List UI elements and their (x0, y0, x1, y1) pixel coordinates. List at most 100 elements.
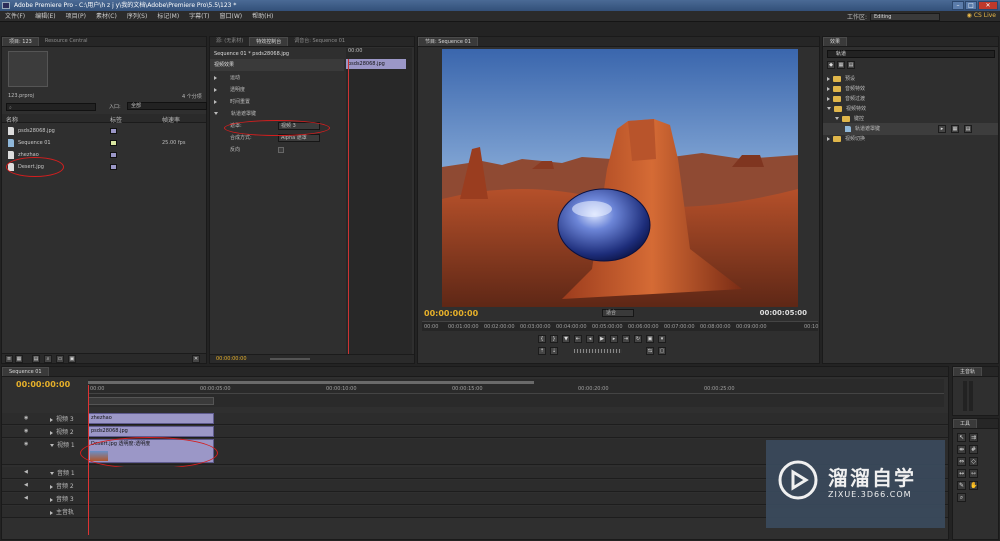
col-label[interactable]: 标签 (110, 115, 122, 124)
zoom-tool-icon[interactable]: ⌕ (957, 493, 966, 502)
effects-search-input[interactable]: 轨道 (827, 50, 995, 58)
tab-tools[interactable]: 工具 (953, 419, 978, 428)
export-frame-icon[interactable]: ▢ (658, 347, 666, 355)
effect-row-opacity[interactable]: 透明度 (210, 84, 344, 96)
eye-icon[interactable]: ◉ (24, 428, 28, 434)
tab-effect-controls[interactable]: 特效控制台 (249, 37, 289, 46)
extract-icon[interactable]: ⇣ (550, 347, 558, 355)
output-icon[interactable]: ▾ (658, 335, 666, 343)
slide-tool-icon[interactable]: ⇿ (969, 469, 978, 478)
tab-source[interactable]: 源: (无素材) (210, 37, 249, 46)
program-current-timecode[interactable]: 00:00:00:00 (424, 309, 478, 318)
new-item-icon[interactable]: ▣ (68, 355, 76, 363)
lift-icon[interactable]: ⇡ (538, 347, 546, 355)
project-item[interactable]: Sequence 01 25.00 fps (2, 137, 206, 149)
new-bin-icon[interactable]: ▭ (56, 355, 64, 363)
in-select[interactable]: 全部 (127, 102, 207, 110)
play-icon[interactable]: ▶ (598, 335, 606, 343)
automate-icon[interactable]: ▤ (32, 355, 40, 363)
menu-sequence[interactable]: 序列(S) (122, 11, 153, 22)
effect-zoom-slider[interactable] (270, 358, 310, 360)
menu-edit[interactable]: 编辑(E) (30, 11, 60, 22)
marker-icon[interactable]: ▼ (562, 335, 570, 343)
tab-sequence[interactable]: Sequence 01 (2, 367, 49, 376)
tab-audio-mixer[interactable]: 调音台: Sequence 01 (288, 37, 351, 46)
menu-project[interactable]: 项目(P) (61, 11, 91, 22)
speaker-icon[interactable]: ◀ (24, 482, 28, 488)
tab-project[interactable]: 项目: 123 (2, 37, 39, 46)
fit-select[interactable]: 适合 (602, 309, 634, 317)
loop-icon[interactable]: ↻ (634, 335, 642, 343)
track-select-tool-icon[interactable]: ⇉ (969, 433, 978, 442)
project-item[interactable]: psds28068.jpg (2, 125, 206, 137)
col-fps[interactable]: 帧速率 (162, 115, 180, 124)
hand-tool-icon[interactable]: ✋ (969, 481, 978, 490)
accelerated-icon[interactable]: ◆ (827, 61, 835, 69)
work-area-bar[interactable] (88, 381, 534, 384)
tab-master-audio[interactable]: 主音轨 (953, 367, 983, 376)
trim-icon[interactable]: ⇆ (646, 347, 654, 355)
effect-row-motion[interactable]: 运动 (210, 72, 344, 84)
list-view-icon[interactable]: ≡ (5, 355, 13, 363)
timeline-clip[interactable]: zhezhao (88, 413, 214, 424)
icon-view-icon[interactable]: ▦ (15, 355, 23, 363)
effect-row-time-remap[interactable]: 时间重置 (210, 96, 344, 108)
go-to-out-icon[interactable]: ⇥ (622, 335, 630, 343)
label-color-chip[interactable] (110, 164, 117, 170)
menu-help[interactable]: 帮助(H) (247, 11, 278, 22)
mark-in-icon[interactable]: { (538, 335, 546, 343)
speaker-icon[interactable]: ◀ (24, 469, 28, 475)
program-ruler[interactable]: 00:00 00:01:00:00 00:02:00:00 00:03:00:0… (422, 321, 818, 331)
eye-icon[interactable]: ◉ (24, 441, 28, 447)
mark-out-icon[interactable]: } (550, 335, 558, 343)
project-search-input[interactable]: ⌕ (6, 103, 96, 111)
effect-footer-timecode[interactable]: 00:00:00:00 (216, 356, 247, 362)
rolling-edit-tool-icon[interactable]: # (969, 445, 978, 454)
timeline-current-timecode[interactable]: 00:00:00:00 (16, 380, 70, 389)
menu-title[interactable]: 字幕(T) (184, 11, 214, 22)
slip-tool-icon[interactable]: ↔ (957, 469, 966, 478)
step-forward-icon[interactable]: ▸ (610, 335, 618, 343)
ripple-edit-tool-icon[interactable]: ⇹ (957, 445, 966, 454)
eye-icon[interactable]: ◉ (24, 415, 28, 421)
label-color-chip[interactable] (110, 152, 117, 158)
razor-tool-icon[interactable]: ◇ (969, 457, 978, 466)
maximize-button[interactable]: □ (965, 1, 977, 10)
tree-item-video-transitions[interactable]: 视频切换 (823, 133, 998, 145)
timeline-playhead[interactable] (88, 385, 89, 535)
timeline-ruler[interactable]: 00:00 00:00:05:00 00:00:10:00 00:00:15:0… (88, 379, 944, 407)
label-color-chip[interactable] (110, 128, 117, 134)
jog-shuttle[interactable] (574, 349, 622, 353)
workspace-select[interactable]: Editing (870, 12, 940, 21)
tab-resource-central[interactable]: Resource Central (39, 37, 94, 46)
pen-tool-icon[interactable]: ✎ (957, 481, 966, 490)
step-back-icon[interactable]: ◂ (586, 335, 594, 343)
menu-marker[interactable]: 标记(M) (152, 11, 184, 22)
selection-tool-icon[interactable]: ↖ (957, 433, 966, 442)
effect-playhead[interactable] (348, 59, 349, 359)
effect-row-track-matte[interactable]: 轨道遮罩键 (210, 108, 344, 120)
reverse-checkbox[interactable] (278, 147, 284, 153)
go-to-in-icon[interactable]: ⇤ (574, 335, 582, 343)
speaker-icon[interactable]: ◀ (24, 495, 28, 501)
program-video-frame[interactable] (442, 49, 798, 307)
menu-window[interactable]: 窗口(W) (215, 11, 248, 22)
label-color-chip[interactable] (110, 140, 117, 146)
rate-stretch-tool-icon[interactable]: ⇔ (957, 457, 966, 466)
yuv-icon[interactable]: ▤ (847, 61, 855, 69)
delete-icon[interactable]: ✕ (192, 355, 200, 363)
close-button[interactable]: ✕ (978, 1, 998, 10)
cs-live-button[interactable]: ◉ CS Live (967, 12, 996, 19)
safe-margins-icon[interactable]: ▣ (646, 335, 654, 343)
tab-program[interactable]: 节目: Sequence 01 (418, 37, 478, 46)
menu-file[interactable]: 文件(F) (0, 11, 30, 22)
find-icon[interactable]: ⌕ (44, 355, 52, 363)
viewport-scroll[interactable] (88, 397, 214, 405)
menu-clip[interactable]: 素材(C) (91, 11, 122, 22)
32bit-icon[interactable]: ▦ (837, 61, 845, 69)
minimize-button[interactable]: – (952, 1, 964, 10)
effect-clip-bar[interactable]: psds28068.jpg (346, 59, 406, 69)
timeline-clip[interactable]: psds28068.jpg (88, 426, 214, 437)
col-name[interactable]: 名称 (6, 115, 18, 124)
tab-effects[interactable]: 效果 (823, 37, 848, 46)
